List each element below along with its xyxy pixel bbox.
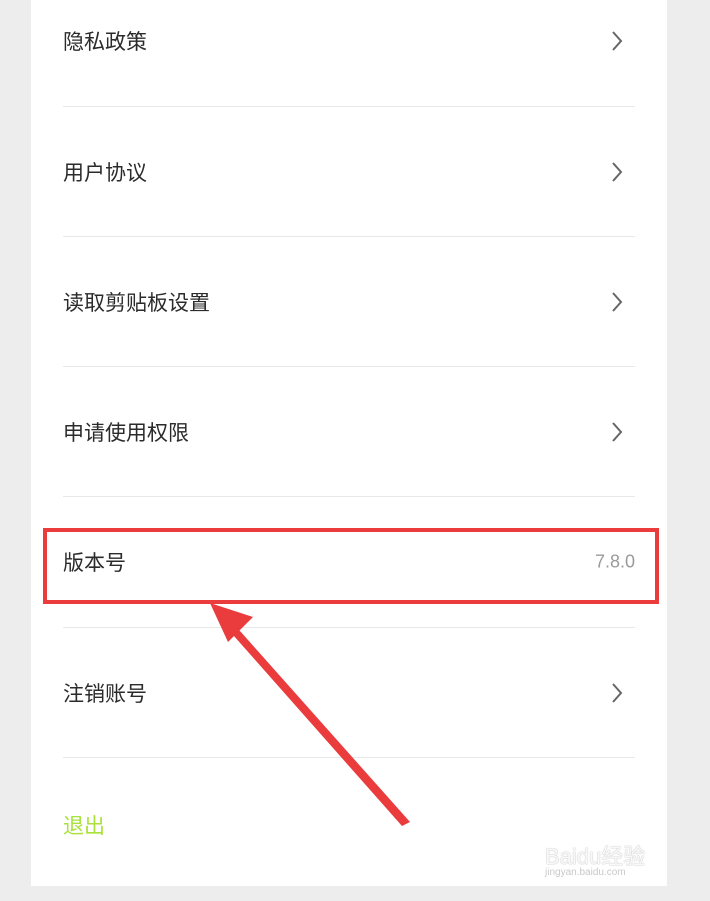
clipboard-settings-label: 读取剪贴板设置	[63, 291, 210, 315]
privacy-policy-item[interactable]: 隐私政策	[63, 0, 635, 106]
chevron-right-icon	[612, 292, 623, 312]
permissions-label: 申请使用权限	[63, 421, 189, 445]
divider	[63, 757, 635, 758]
chevron-right-icon	[612, 422, 623, 442]
watermark-url: jingyan.baidu.com	[545, 867, 626, 878]
chevron-right-icon	[612, 31, 623, 51]
clipboard-settings-item[interactable]: 读取剪贴板设置	[63, 237, 635, 367]
user-agreement-item[interactable]: 用户协议	[63, 107, 635, 237]
delete-account-item[interactable]: 注销账号	[63, 628, 635, 758]
logout-button[interactable]: 退出	[63, 810, 105, 840]
chevron-right-icon	[612, 683, 623, 703]
chevron-right-icon	[612, 162, 623, 182]
user-agreement-label: 用户协议	[63, 161, 147, 185]
delete-account-label: 注销账号	[63, 682, 147, 706]
version-highlight-box	[43, 528, 659, 604]
privacy-policy-label: 隐私政策	[63, 30, 147, 54]
baidu-watermark: Baidu经验 jingyan.baidu.com	[545, 825, 670, 885]
permissions-item[interactable]: 申请使用权限	[63, 367, 635, 497]
